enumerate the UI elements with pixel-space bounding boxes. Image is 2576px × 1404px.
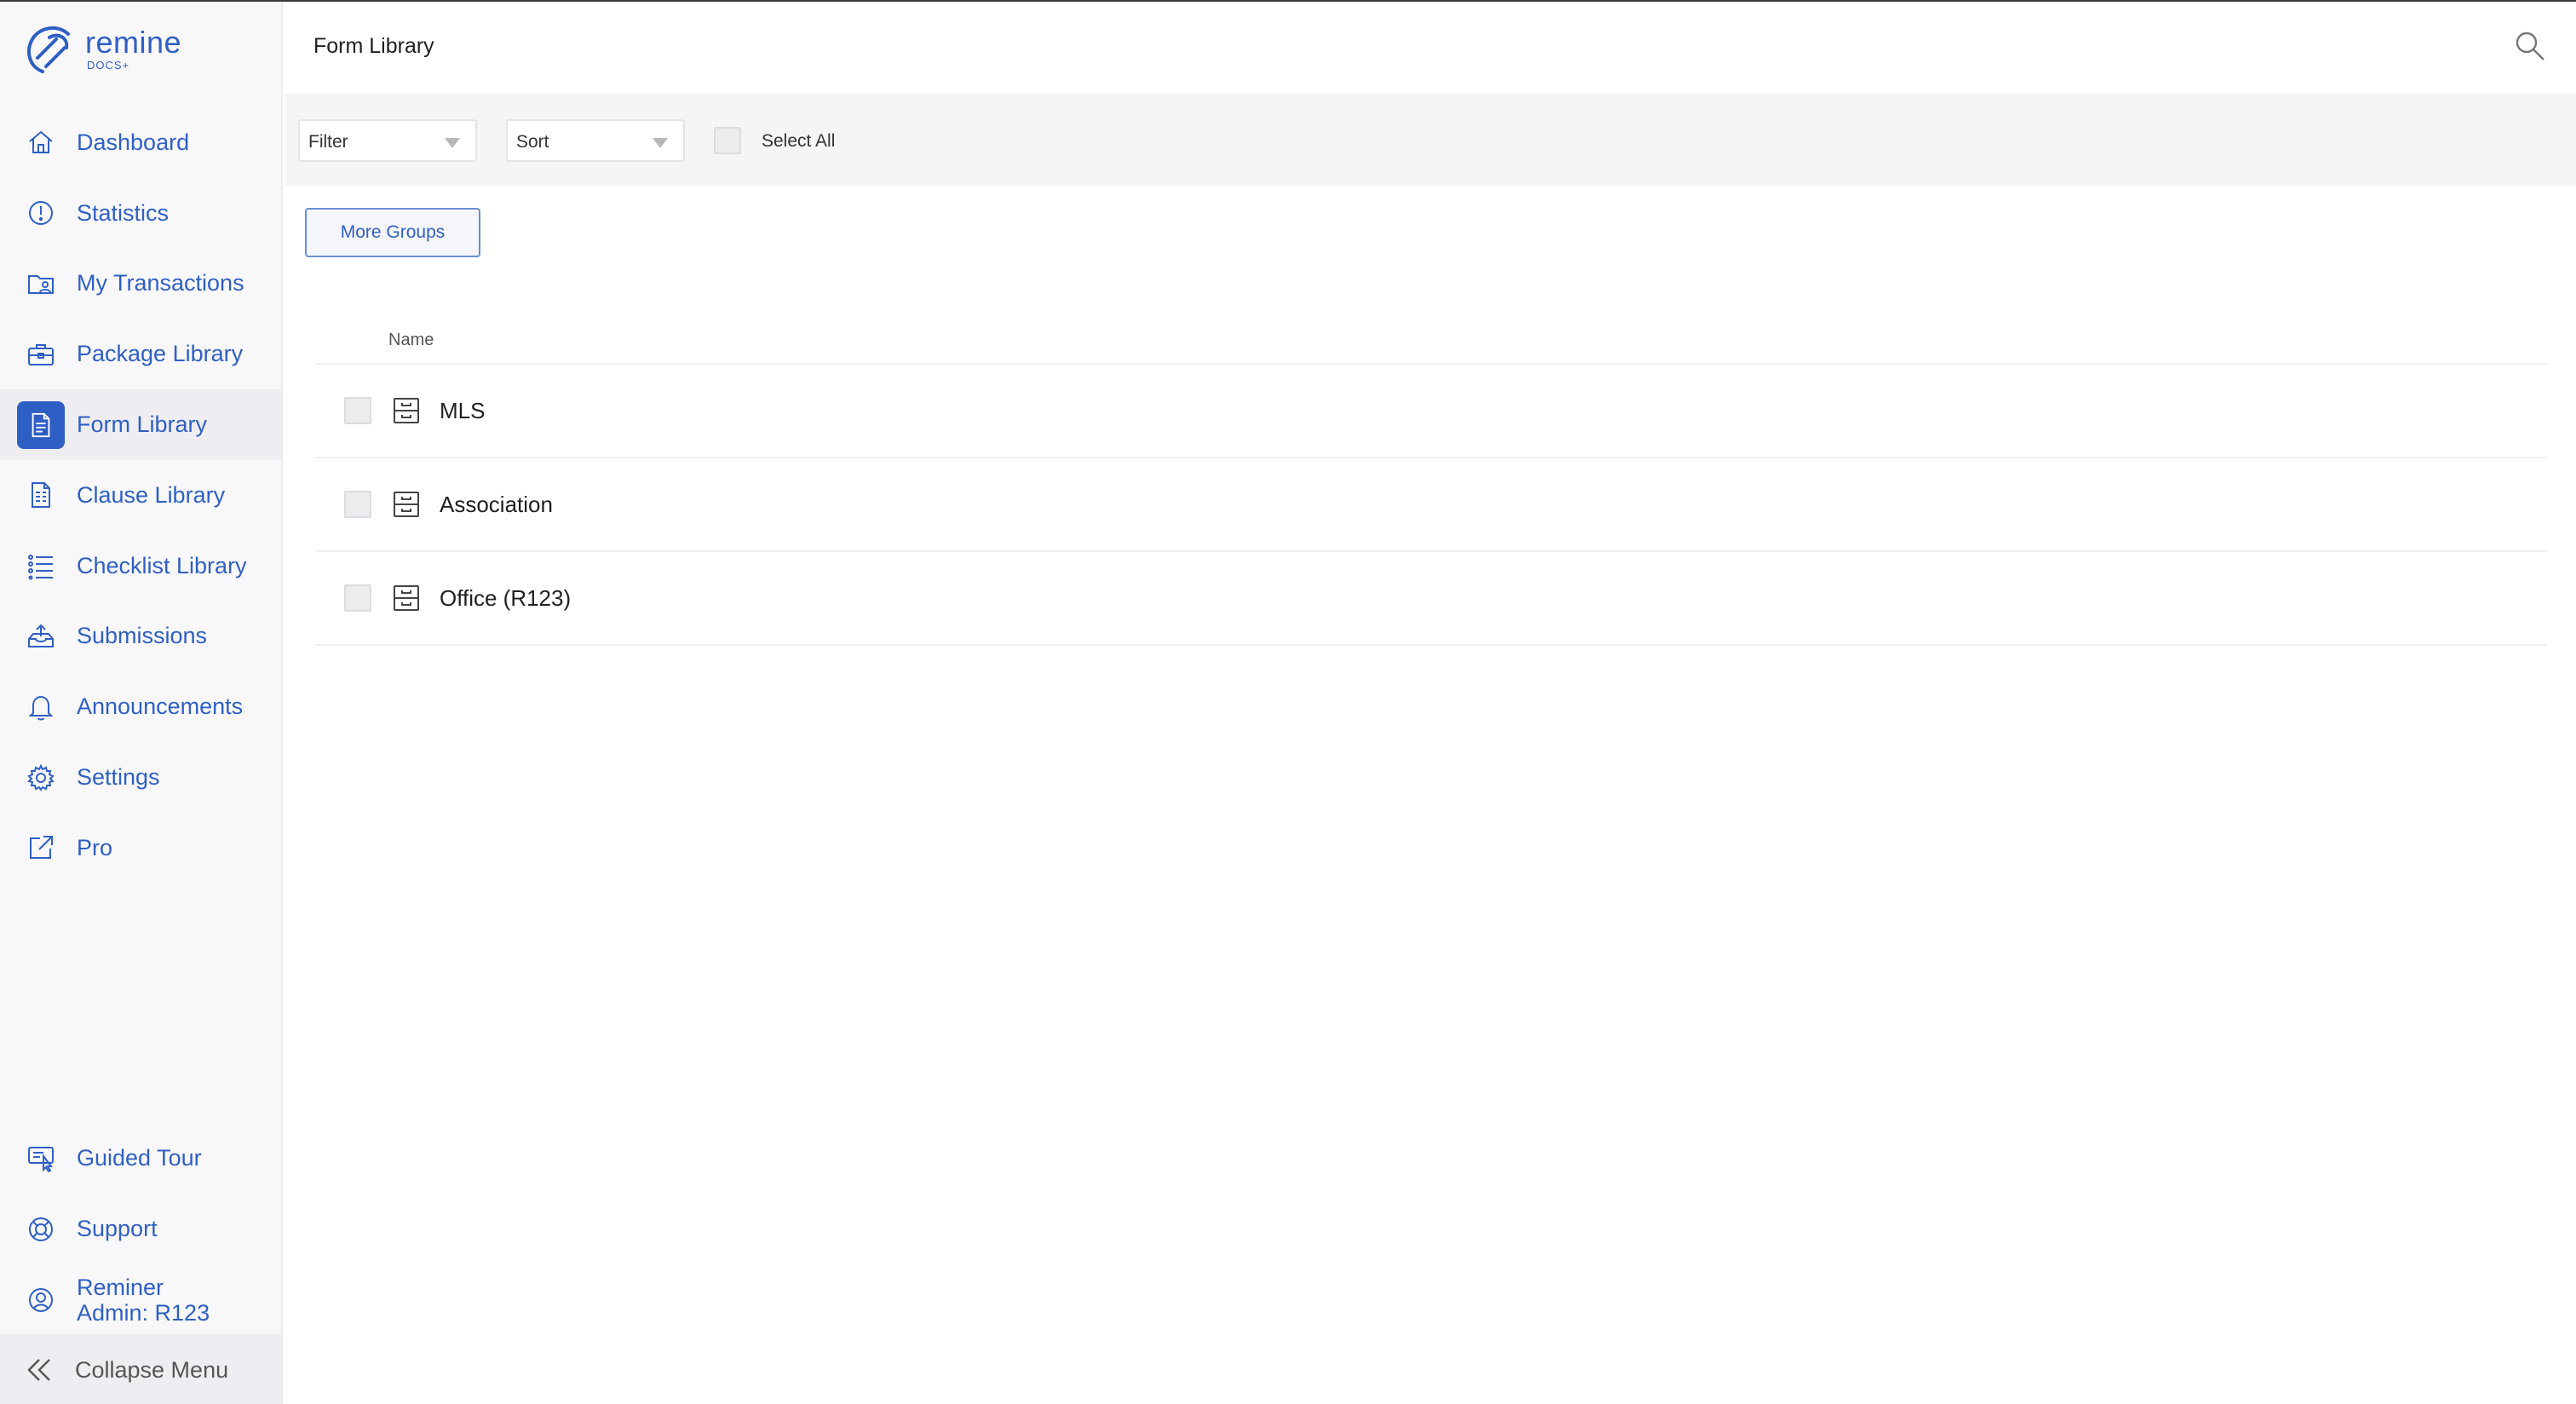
sidebar-item-submissions[interactable]: Submissions [0, 601, 281, 672]
file-cabinet-icon [394, 492, 419, 517]
gear-icon [26, 762, 56, 793]
sidebar-item-label: Dashboard [77, 129, 190, 155]
account-role: Admin: R123 [77, 1299, 210, 1326]
guided-tour-icon [26, 1143, 56, 1174]
sidebar-item-dashboard[interactable]: Dashboard [0, 107, 281, 178]
sidebar-item-pro[interactable]: Pro [0, 813, 281, 883]
bell-icon [26, 692, 56, 722]
row-name: Office (R123) [440, 584, 572, 611]
search-icon [2516, 32, 2544, 60]
select-all-label: Select All [762, 131, 836, 151]
brand-logo[interactable]: remine DOCS+ [24, 19, 181, 78]
sidebar-item-label: Package Library [77, 341, 244, 367]
lifebuoy-icon [26, 1214, 56, 1245]
row-checkbox[interactable] [344, 491, 371, 518]
sidebar-item-guided-tour[interactable]: Guided Tour [0, 1123, 281, 1194]
search-button[interactable] [2513, 29, 2547, 63]
sidebar-item-settings[interactable]: Settings [0, 742, 281, 813]
main-content: Form Library Filter Sort Select All More… [285, 2, 2576, 1404]
sidebar-bottom-nav: Guided Tour Support Reminer Admin: R123 [0, 1123, 281, 1335]
sidebar-item-checklist-library[interactable]: Checklist Library [0, 531, 281, 601]
sidebar-item-label: Checklist Library [77, 552, 247, 578]
brand-name: remine [85, 24, 182, 60]
row-name: Association [440, 491, 553, 517]
sidebar-item-form-library[interactable]: Form Library [0, 389, 281, 460]
more-groups-button[interactable]: More Groups [305, 208, 480, 257]
caret-down-icon [445, 138, 460, 148]
user-circle-icon [26, 1285, 56, 1315]
caret-down-icon [653, 138, 668, 148]
inbox-upload-icon [26, 621, 56, 652]
account-name: Reminer [77, 1274, 164, 1300]
sidebar-item-label: Form Library [77, 411, 208, 438]
sidebar-item-label: Guided Tour [77, 1145, 202, 1171]
file-cabinet-icon [394, 398, 419, 423]
collapse-menu-button[interactable]: Collapse Menu [0, 1334, 281, 1404]
double-chevron-left-icon [24, 1355, 55, 1385]
sidebar-item-label: Support [77, 1216, 158, 1241]
briefcase-icon [26, 339, 56, 370]
sidebar-item-label: Statistics [77, 199, 170, 226]
collapse-menu-label: Collapse Menu [75, 1356, 229, 1383]
sort-dropdown[interactable]: Sort [506, 119, 685, 162]
alert-circle-icon [26, 198, 56, 228]
table-row[interactable]: Association [315, 458, 2547, 552]
sort-value: Sort [516, 132, 549, 152]
table-row[interactable]: MLS [315, 365, 2547, 458]
row-checkbox[interactable] [344, 397, 371, 424]
sidebar-item-label: Clause Library [77, 481, 226, 508]
home-icon [26, 127, 56, 158]
column-header-name[interactable]: Name [315, 317, 2547, 365]
sidebar-item-label: Pro [77, 834, 113, 860]
sidebar-item-package-library[interactable]: Package Library [0, 319, 281, 389]
form-groups-table: Name MLS Association Office (R123) [315, 317, 2547, 646]
document-icon [17, 400, 65, 449]
remine-logo-icon [27, 26, 70, 73]
sidebar-item-statistics[interactable]: Statistics [0, 178, 281, 249]
file-cabinet-icon [394, 585, 419, 611]
sidebar-item-label: Announcements [77, 693, 244, 720]
sidebar-item-label: Submissions [77, 623, 208, 649]
table-row[interactable]: Office (R123) [315, 552, 2547, 646]
sidebar-item-label: Settings [77, 764, 160, 791]
row-checkbox[interactable] [344, 584, 371, 612]
account-label: Reminer Admin: R123 [77, 1275, 210, 1326]
sidebar-item-support[interactable]: Support [0, 1194, 281, 1264]
sidebar-nav: Dashboard Statistics My Transactions Pac… [0, 107, 281, 883]
page-title: Form Library [313, 34, 434, 58]
folder-user-icon [26, 268, 56, 299]
external-link-icon [26, 832, 56, 863]
sidebar-item-account[interactable]: Reminer Admin: R123 [0, 1264, 281, 1335]
filter-value: Filter [308, 132, 348, 152]
brand-sub: DOCS+ [87, 58, 130, 72]
sidebar-item-announcements[interactable]: Announcements [0, 671, 281, 742]
sidebar-item-clause-library[interactable]: Clause Library [0, 460, 281, 531]
list-toolbar: Filter Sort Select All [285, 94, 2576, 186]
select-all-checkbox[interactable] [714, 127, 741, 154]
filter-dropdown[interactable]: Filter [298, 119, 477, 162]
sidebar-item-my-transactions[interactable]: My Transactions [0, 249, 281, 319]
row-name: MLS [440, 397, 486, 423]
checklist-icon [26, 550, 56, 581]
clause-document-icon [26, 480, 56, 510]
page-header: Form Library [285, 2, 2576, 94]
sidebar: remine DOCS+ Dashboard Statistics My Tra… [0, 2, 283, 1404]
sidebar-item-label: My Transactions [77, 270, 244, 296]
